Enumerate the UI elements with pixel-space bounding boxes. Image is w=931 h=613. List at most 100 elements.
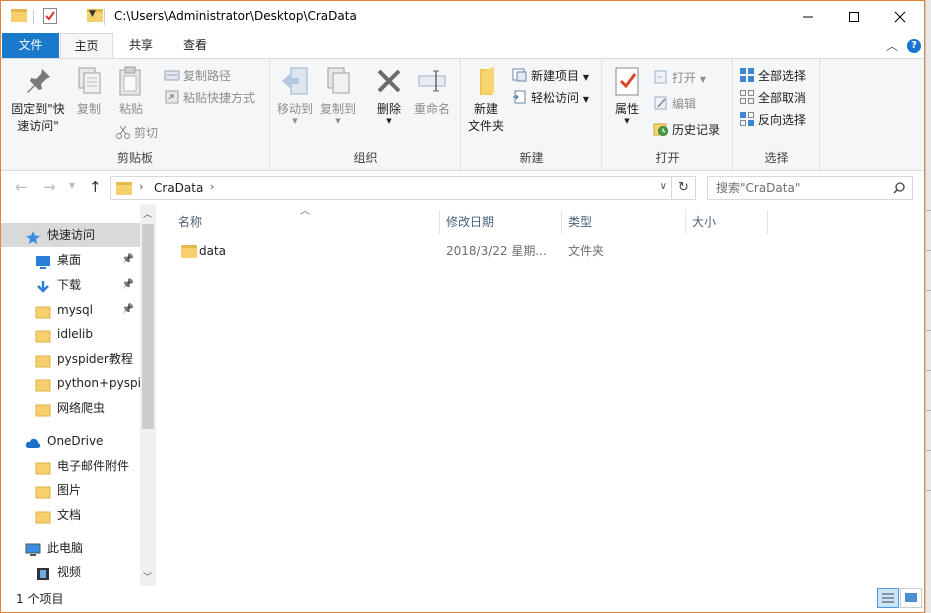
copy-path-button[interactable]: 复制路径 [164,66,231,86]
up-arrow-icon[interactable]: ↑ [89,178,102,196]
rename-button[interactable]: 重命名 [411,65,453,118]
folder-icon [116,182,132,195]
sidebar-item[interactable]: pyspider教程 [1,347,140,371]
properties-check-icon[interactable] [43,8,57,24]
cut-button[interactable]: 剪切 [115,123,158,143]
search-input[interactable]: 搜索"CraData" [707,176,913,200]
details-view-button[interactable] [877,588,899,608]
breadcrumb-separator-icon[interactable]: › [139,180,143,193]
sidebar-item[interactable]: idlelib [1,322,140,346]
refresh-icon[interactable]: ↻ [671,177,695,199]
tab-share[interactable]: 共享 [119,33,163,58]
back-arrow-icon[interactable]: ← [15,178,28,196]
clipboard-group-label: 剪贴板 [116,151,153,165]
folder-icon[interactable] [11,9,27,22]
sidebar-item[interactable]: 电子邮件附件 [1,454,140,478]
sidebar-item[interactable]: OneDrive [1,429,140,453]
sidebar-item-label: python+pyspi [57,376,140,390]
copy-path-label: 复制路径 [183,69,232,83]
sidebar-item[interactable]: mysql 📌 [1,298,140,322]
properties-button[interactable]: 属性 ▼ [609,65,645,125]
sidebar-item[interactable]: 快速访问 [1,223,140,247]
copy-path-icon [164,68,180,82]
copy-to-icon [322,65,354,97]
quick-access-dropdown-icon[interactable]: ▼ [89,9,96,29]
properties-icon [611,65,643,97]
window-title: C:\Users\Administrator\Desktop\CraData [114,9,357,23]
column-header-name[interactable]: 名称 [172,210,440,234]
dropdown-arrow-icon: ▼ [582,73,589,82]
invert-selection-button[interactable]: 反向选择 [739,110,806,130]
file-list: ︿ 名称 修改日期 类型 大小 data 2018/3/22 星期... 文件夹 [164,204,924,586]
history-button[interactable]: 历史记录 [653,120,720,140]
nav-scrollbar[interactable]: ︿ ﹀ [140,204,156,586]
sidebar-item[interactable]: python+pyspi [1,371,140,395]
edit-icon [653,96,669,110]
easy-access-button[interactable]: 轻松访问 ▼ [512,88,589,108]
tab-view[interactable]: 查看 [173,33,217,58]
sidebar-item[interactable]: 图片 [1,478,140,502]
sidebar-item-label: pyspider教程 [57,352,133,366]
divider [33,10,34,24]
minimize-button[interactable] [785,1,831,33]
tab-home[interactable]: 主页 [60,33,113,59]
sidebar-item[interactable]: 此电脑 [1,536,140,560]
select-all-button[interactable]: 全部选择 [739,66,806,86]
pin-quick-access-button[interactable]: 固定到"快速访问" [7,65,69,135]
forward-arrow-icon[interactable]: → [43,178,56,196]
dropdown-arrow-icon: ▼ [386,117,392,125]
new-folder-label: 新建 文件夹 [467,102,504,133]
open-button[interactable]: 打开 ▼ [653,68,706,88]
search-placeholder: 搜索"CraData" [716,181,801,195]
paste-shortcut-button[interactable]: 粘贴快捷方式 [164,88,255,108]
sidebar-item-label: 网络爬虫 [57,401,106,415]
scroll-down-icon[interactable]: ﹀ [143,570,152,583]
sidebar-item[interactable]: 视频 [1,560,140,584]
sidebar-item-label: 图片 [57,483,82,497]
sidebar-item-label: 下载 [57,278,82,292]
address-dropdown-icon[interactable]: ∨ [660,181,667,192]
scrollbar-thumb[interactable] [142,224,154,429]
column-header-size[interactable]: 大小 [686,210,768,234]
history-icon [653,122,669,136]
scroll-up-icon[interactable]: ︿ [143,207,152,220]
large-icons-view-button[interactable] [900,588,922,608]
copy-button[interactable]: 复制 [71,65,107,118]
sidebar-item[interactable]: 文档 [1,503,140,527]
select-all-icon [739,68,755,82]
maximize-button[interactable] [831,1,877,33]
search-icon [893,182,905,194]
breadcrumb-item[interactable]: CraData [154,181,203,195]
collapse-ribbon-icon[interactable]: ︿ [886,37,898,54]
new-folder-button[interactable]: 新建 文件夹 [466,65,506,135]
select-none-button[interactable]: 全部取消 [739,88,806,108]
sidebar-item-label: 文档 [57,508,82,522]
breadcrumb-separator-icon[interactable]: › [210,180,214,193]
sidebar-item[interactable]: 桌面 📌 [1,248,140,272]
pin-icon[interactable]: 📌 [122,273,134,297]
sidebar-item[interactable]: 网络爬虫 [1,396,140,420]
folder-icon [181,245,197,258]
pin-icon[interactable]: 📌 [122,298,134,322]
history-label: 历史记录 [672,123,721,137]
edit-button[interactable]: 编辑 [653,94,696,114]
tab-file[interactable]: 文件 [2,33,59,58]
computer-icon [25,541,41,556]
pin-icon[interactable]: 📌 [122,248,134,272]
file-row[interactable]: data 2018/3/22 星期... 文件夹 [172,240,604,262]
paste-button[interactable]: 粘贴 [113,65,149,118]
column-header-type[interactable]: 类型 [562,210,686,234]
dropdown-arrow-icon: ▼ [335,117,341,125]
delete-label: 删除 [376,102,401,116]
new-item-button[interactable]: 新建项目 ▼ [512,66,589,86]
close-button[interactable] [877,1,923,33]
column-header-date[interactable]: 修改日期 [440,210,562,234]
move-to-button[interactable]: 移动到 ▼ [275,65,315,125]
help-icon[interactable]: ? [907,39,921,53]
recent-dropdown-icon[interactable]: ▼ [69,181,75,190]
copy-to-button[interactable]: 复制到 ▼ [318,65,358,125]
address-bar[interactable]: › CraData › ∨ ↻ [110,176,696,200]
sidebar-item-label: mysql [57,303,93,317]
delete-button[interactable]: 删除 ▼ [373,65,405,125]
sidebar-item[interactable]: 下载 📌 [1,273,140,297]
